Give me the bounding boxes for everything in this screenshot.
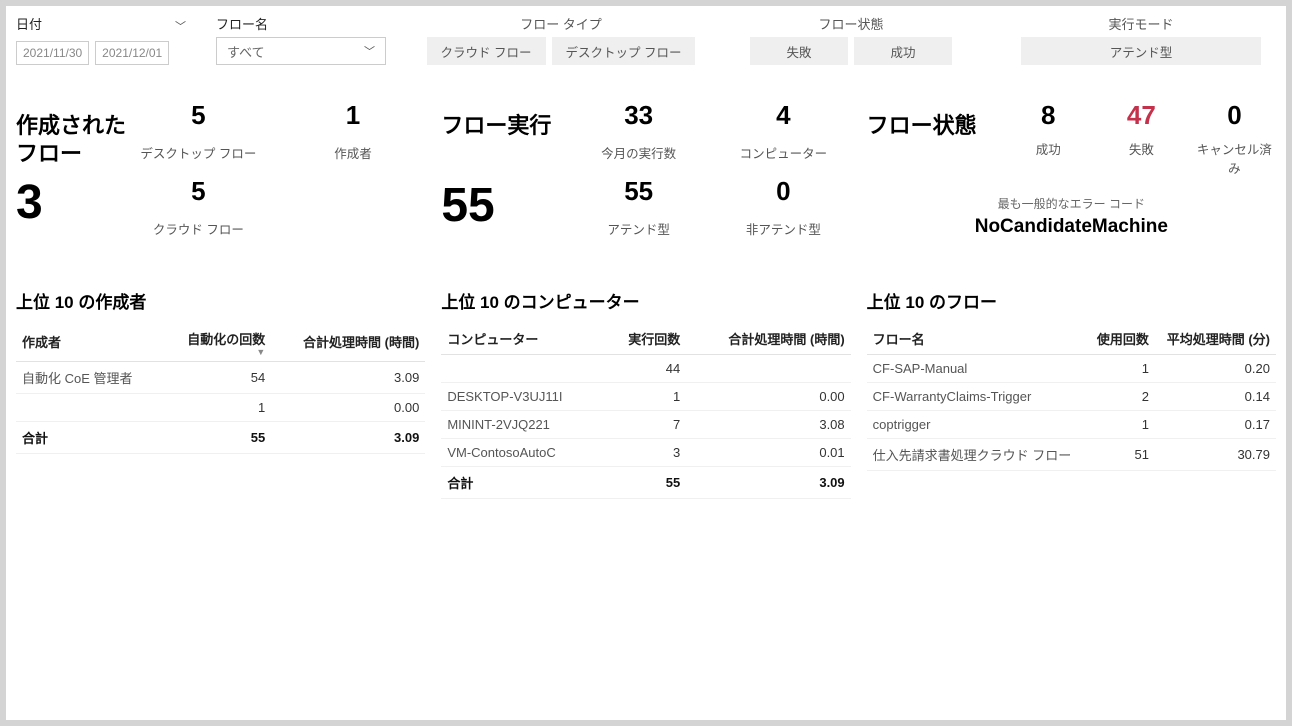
table-row[interactable]: VM-ContosoAutoC30.01	[441, 439, 850, 467]
t1-h2[interactable]: 自動化の回数▼	[163, 323, 271, 361]
kpi3-error-code: NoCandidateMachine	[867, 216, 1276, 238]
t3-body: CF-SAP-Manual10.20CF-WarrantyClaims-Trig…	[867, 355, 1276, 471]
table-row[interactable]: 仕入先請求書処理クラウド フロー5130.79	[867, 439, 1276, 471]
kpi1-big: 3	[16, 179, 126, 227]
kpi2-d-sub: 非アテンド型	[746, 219, 821, 238]
filter-flowname-label: フロー名	[216, 14, 406, 33]
filter-flowstate: フロー状態 失敗 成功	[716, 14, 986, 70]
dashboard: 日付 ﹀ 2021/11/30 2021/12/01 フロー名 すべて ﹀ フロ…	[6, 6, 1286, 720]
t1-total-row: 合計 55 3.09	[16, 421, 425, 453]
kpi2-big: 55	[441, 182, 571, 230]
table-row[interactable]: CF-WarrantyClaims-Trigger20.14	[867, 383, 1276, 411]
kpi-flow-state: フロー状態 8 成功 47 失敗 0 キャンセル済み	[867, 100, 1276, 260]
filter-flowtype-label: フロー タイプ	[520, 14, 602, 33]
filter-flowstate-label: フロー状態	[818, 14, 883, 33]
kpi1-a-num: 5	[191, 100, 205, 131]
filter-date: 日付 ﹀ 2021/11/30 2021/12/01	[16, 14, 196, 70]
t3-title: 上位 10 のフロー	[867, 288, 1276, 313]
runmode-attended-button[interactable]: アテンド型	[1021, 37, 1261, 65]
filter-runmode-label: 実行モード	[1108, 14, 1173, 33]
kpi1-b-sub: クラウド フロー	[153, 219, 244, 238]
table-row[interactable]: coptrigger10.17	[867, 411, 1276, 439]
kpi3-c-sub: キャンセル済み	[1193, 139, 1276, 177]
kpi3-b-num: 47	[1100, 100, 1183, 131]
table-row[interactable]: 44	[441, 355, 850, 383]
flowname-select[interactable]: すべて ﹀	[216, 37, 386, 65]
kpi3-title: フロー状態	[867, 112, 1007, 140]
filter-runmode: 実行モード アテンド型	[1006, 14, 1276, 70]
kpi3-b-sub: 失敗	[1100, 139, 1183, 158]
table-row[interactable]: 10.00	[16, 393, 425, 421]
flowname-value: すべて	[227, 42, 265, 61]
kpi-created-flows: 作成されたフロー 3 5 デスクトップ フロー 5 クラウド フロー 1	[16, 100, 425, 260]
flowtype-desktop-button[interactable]: デスクトップ フロー	[552, 37, 696, 65]
flowtype-cloud-button[interactable]: クラウド フロー	[427, 37, 546, 65]
kpi3-a-num: 8	[1007, 100, 1090, 131]
t2-total-row: 合計 55 3.09	[441, 467, 850, 499]
kpi-flow-runs: フロー実行 55 33 今月の実行数 55 アテンド型 4	[441, 100, 850, 260]
top-flows-table: フロー名 使用回数 平均処理時間 (分) CF-SAP-Manual10.20C…	[867, 323, 1276, 471]
tables-row: 上位 10 の作成者 作成者 自動化の回数▼ 合計処理時間 (時間) 自動化 C…	[16, 288, 1276, 710]
t3-h2[interactable]: 使用回数	[1088, 323, 1155, 355]
flowstate-fail-button[interactable]: 失敗	[750, 37, 848, 65]
top-flows-card: 上位 10 のフロー フロー名 使用回数 平均処理時間 (分) CF-SAP-M…	[867, 288, 1276, 710]
kpi3-a-sub: 成功	[1007, 139, 1090, 158]
top-creators-card: 上位 10 の作成者 作成者 自動化の回数▼ 合計処理時間 (時間) 自動化 C…	[16, 288, 425, 710]
kpi2-a-sub: 今月の実行数	[601, 143, 676, 162]
filter-bar: 日付 ﹀ 2021/11/30 2021/12/01 フロー名 すべて ﹀ フロ…	[16, 14, 1276, 70]
t3-h3[interactable]: 平均処理時間 (分)	[1155, 323, 1276, 355]
t1-h1[interactable]: 作成者	[16, 323, 163, 361]
t1-title: 上位 10 の作成者	[16, 288, 425, 313]
t1-body: 自動化 CoE 管理者543.0910.00	[16, 361, 425, 421]
t2-h2[interactable]: 実行回数	[604, 323, 686, 355]
sort-desc-icon: ▼	[169, 350, 265, 355]
t2-h3[interactable]: 合計処理時間 (時間)	[686, 323, 850, 355]
table-row[interactable]: MININT-2VJQ22173.08	[441, 411, 850, 439]
date-to-input[interactable]: 2021/12/01	[95, 41, 169, 65]
table-row[interactable]: DESKTOP-V3UJ11I10.00	[441, 383, 850, 411]
kpi2-d-num: 0	[776, 176, 790, 207]
kpi2-b-num: 55	[624, 176, 653, 207]
kpi1-c-sub: 作成者	[334, 143, 372, 162]
filter-flowtype: フロー タイプ クラウド フロー デスクトップ フロー	[426, 14, 696, 70]
table-row[interactable]: 自動化 CoE 管理者543.09	[16, 361, 425, 393]
top-computers-card: 上位 10 のコンピューター コンピューター 実行回数 合計処理時間 (時間) …	[441, 288, 850, 710]
t2-body: 44DESKTOP-V3UJ11I10.00MININT-2VJQ22173.0…	[441, 355, 850, 467]
kpi3-error-caption: 最も一般的なエラー コード	[867, 195, 1276, 212]
kpi2-b-sub: アテンド型	[607, 219, 670, 238]
table-row[interactable]: CF-SAP-Manual10.20	[867, 355, 1276, 383]
filter-date-label: 日付	[16, 14, 42, 33]
flowstate-success-button[interactable]: 成功	[854, 37, 952, 65]
filter-flowname: フロー名 すべて ﹀	[216, 14, 406, 70]
kpi2-c-sub: コンピューター	[740, 143, 828, 162]
kpi2-c-num: 4	[776, 100, 790, 131]
chevron-down-icon[interactable]: ﹀	[175, 18, 186, 34]
top-creators-table: 作成者 自動化の回数▼ 合計処理時間 (時間) 自動化 CoE 管理者543.0…	[16, 323, 425, 454]
t2-h1[interactable]: コンピューター	[441, 323, 604, 355]
kpi2-title: フロー実行	[441, 112, 571, 140]
t2-title: 上位 10 のコンピューター	[441, 288, 850, 313]
top-computers-table: コンピューター 実行回数 合計処理時間 (時間) 44DESKTOP-V3UJ1…	[441, 323, 850, 499]
kpi1-a-sub: デスクトップ フロー	[140, 143, 256, 162]
chevron-down-icon: ﹀	[364, 43, 375, 59]
kpi1-title: 作成されたフロー	[16, 112, 126, 167]
kpi3-c-num: 0	[1193, 100, 1276, 131]
kpi-row: 作成されたフロー 3 5 デスクトップ フロー 5 クラウド フロー 1	[16, 100, 1276, 260]
date-from-input[interactable]: 2021/11/30	[16, 41, 89, 65]
t3-h1[interactable]: フロー名	[867, 323, 1088, 355]
kpi1-c-num: 1	[346, 100, 360, 131]
t1-h3[interactable]: 合計処理時間 (時間)	[271, 323, 425, 361]
kpi2-a-num: 33	[624, 100, 653, 131]
kpi1-b-num: 5	[191, 176, 205, 207]
